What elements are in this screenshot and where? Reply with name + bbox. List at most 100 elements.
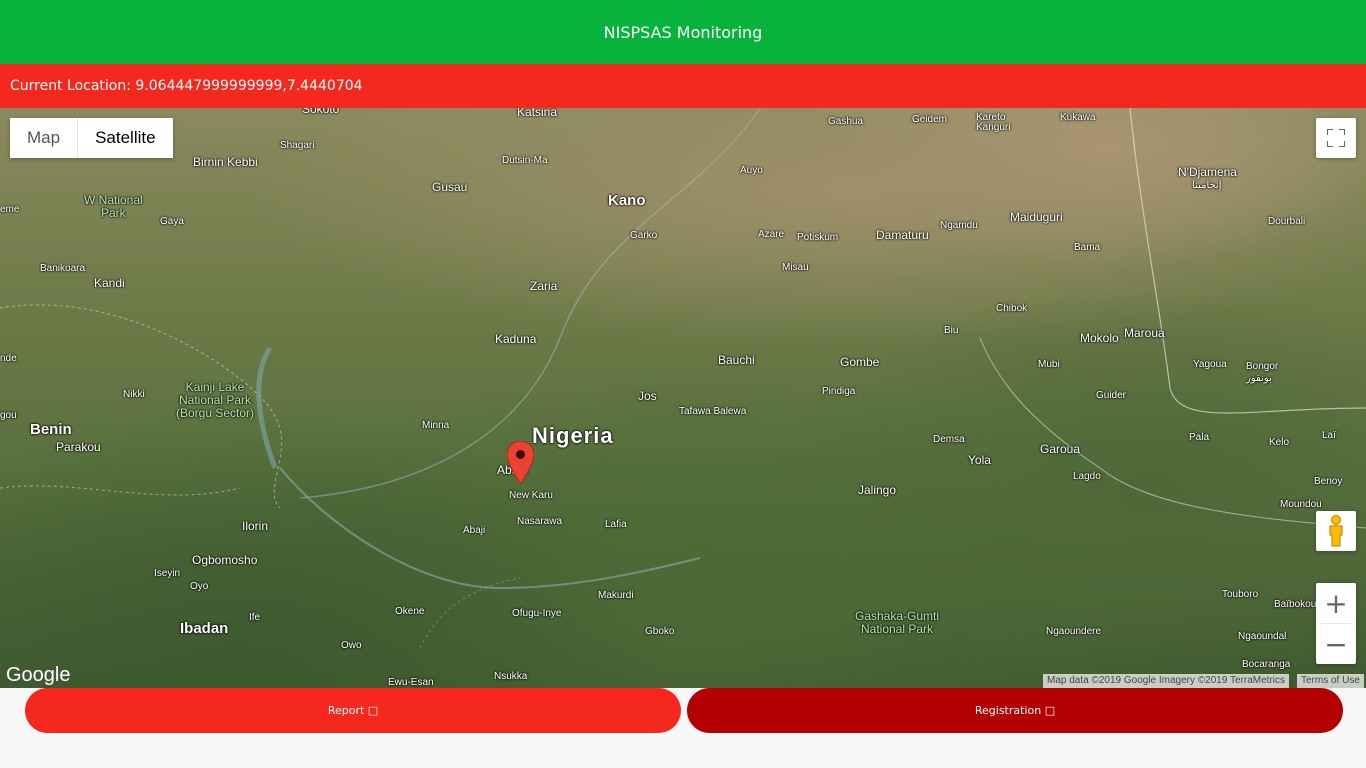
place-label: Sokoto [302, 108, 340, 116]
place-label: Garko [630, 230, 658, 241]
place-label: Abaji [463, 525, 486, 536]
current-location-bar: Current Location: 9.064447999999999,7.44… [0, 64, 1366, 108]
place-label: Bama [1074, 242, 1101, 253]
map-type-satellite-button[interactable]: Satellite [78, 118, 173, 158]
place-label: Jos [638, 389, 657, 403]
place-label: Ogbomosho [192, 553, 258, 567]
place-label: Nsukka [494, 671, 528, 682]
zoom-control: + − [1316, 583, 1356, 664]
place-label: Pindiga [822, 386, 856, 397]
place-label: Biu [944, 325, 959, 336]
place-label: Ngaoundere [1046, 626, 1102, 637]
place-label: إنجامينا [1192, 180, 1222, 191]
place-label: Dutsin-Ma [502, 155, 548, 166]
map-view[interactable]: Sokoto Katsina Gashua Geidem Kareto Kang… [0, 108, 1366, 688]
app-title: NISPSAS Monitoring [603, 22, 763, 42]
place-label: Kaduna [495, 332, 537, 346]
place-label: Gboko [645, 626, 675, 637]
place-label: Bocaranga [1242, 659, 1291, 670]
place-label: Pala [1189, 432, 1210, 443]
place-label: Potiskum [797, 232, 839, 243]
place-label: Benin [30, 421, 72, 438]
place-label: Laï [1322, 430, 1336, 441]
place-label: Misau [782, 262, 809, 273]
place-label: Gombe [840, 355, 880, 369]
place-label: gou [0, 410, 17, 421]
place-label: Geidem [912, 114, 948, 125]
place-label: Ngaoundal [1238, 631, 1287, 642]
place-label: Mokolo [1080, 331, 1119, 345]
place-label: Ngamdu [940, 220, 978, 231]
report-button[interactable]: Report □ [25, 688, 681, 733]
place-label: Mubi [1038, 359, 1060, 370]
place-label: Katsina [517, 108, 558, 119]
place-label: Nasarawa [517, 516, 563, 527]
place-label: Tafawa Balewa [679, 406, 747, 417]
place-label: Ofugu-Inye [512, 608, 562, 619]
place-label: Auyo [740, 165, 763, 176]
place-label: Demsa [933, 434, 965, 445]
place-label: Yola [968, 453, 991, 467]
place-label: Gashua [828, 116, 864, 127]
map-type-control: Map Satellite [10, 118, 173, 158]
place-label: Kukawa [1060, 112, 1096, 123]
place-label: Owo [341, 640, 362, 651]
place-label: Dourbali [1268, 216, 1306, 227]
place-label: Jalingo [858, 483, 897, 497]
place-label: Shagari [280, 140, 315, 151]
place-label: بونقور [1246, 373, 1272, 384]
map-type-map-button[interactable]: Map [10, 118, 79, 158]
place-label: Kandi [94, 276, 125, 290]
place-label: Gashaka-Gumti National Park [855, 609, 940, 636]
place-label: New Karu [509, 490, 553, 501]
location-marker-icon[interactable] [506, 440, 535, 488]
place-label: Kelo [1269, 437, 1290, 448]
place-label: Gusau [432, 180, 468, 194]
place-label: N'Djamena [1178, 165, 1237, 179]
place-label: Yagoua [1193, 359, 1227, 370]
place-label: Moundou [1280, 499, 1322, 510]
place-label: Benoy [1314, 476, 1343, 487]
place-label: eme [0, 204, 20, 215]
current-location-text: Current Location: 9.064447999999999,7.44… [10, 78, 363, 94]
place-label: Kano [608, 192, 646, 209]
place-label: Oyo [190, 581, 209, 592]
place-label: W National Park [84, 193, 143, 220]
zoom-out-button[interactable]: − [1316, 624, 1356, 664]
place-label: Damaturu [876, 228, 929, 242]
registration-button[interactable]: Registration □ [687, 688, 1343, 733]
place-label: Makurdi [598, 590, 634, 601]
place-label: Garoua [1040, 442, 1081, 456]
place-label: Ewu-Esan [388, 677, 434, 688]
place-label: nde [0, 353, 17, 364]
map-attribution: Map data ©2019 Google Imagery ©2019 Terr… [1043, 674, 1290, 688]
terms-of-use-link[interactable]: Terms of Use [1297, 674, 1364, 688]
place-label: Maroua [1124, 326, 1165, 340]
place-label: Banikoara [40, 263, 86, 274]
place-label: Maiduguri [1010, 210, 1063, 224]
place-label: Lafia [605, 519, 627, 530]
place-label: Okene [395, 606, 425, 617]
place-label: Ilorin [242, 519, 269, 533]
place-label: Touboro [1222, 589, 1259, 600]
place-label: Bauchi [718, 353, 755, 367]
fullscreen-button[interactable] [1316, 118, 1356, 158]
place-label: Kareto Kanguri [976, 112, 1011, 133]
place-label: Bongor [1246, 361, 1279, 372]
street-view-pegman-button[interactable] [1316, 511, 1356, 551]
google-logo[interactable]: Google [6, 664, 71, 687]
place-label: Ife [249, 612, 261, 623]
fullscreen-icon [1327, 129, 1345, 147]
place-label: Lagdo [1073, 471, 1101, 482]
place-label: Parakou [56, 440, 101, 454]
place-label: Birnin Kebbi [193, 155, 258, 169]
place-label: Gaya [160, 216, 184, 227]
place-label: Kainji Lake National Park (Borgu Sector) [176, 380, 255, 420]
place-label: Nikki [123, 389, 145, 400]
action-bar: Report □ Registration □ [0, 688, 1366, 768]
pegman-icon [1329, 515, 1343, 547]
place-label: Chibok [996, 303, 1028, 314]
place-label: Ibadan [180, 620, 229, 637]
zoom-in-button[interactable]: + [1316, 583, 1356, 623]
app-header: NISPSAS Monitoring [0, 0, 1366, 64]
